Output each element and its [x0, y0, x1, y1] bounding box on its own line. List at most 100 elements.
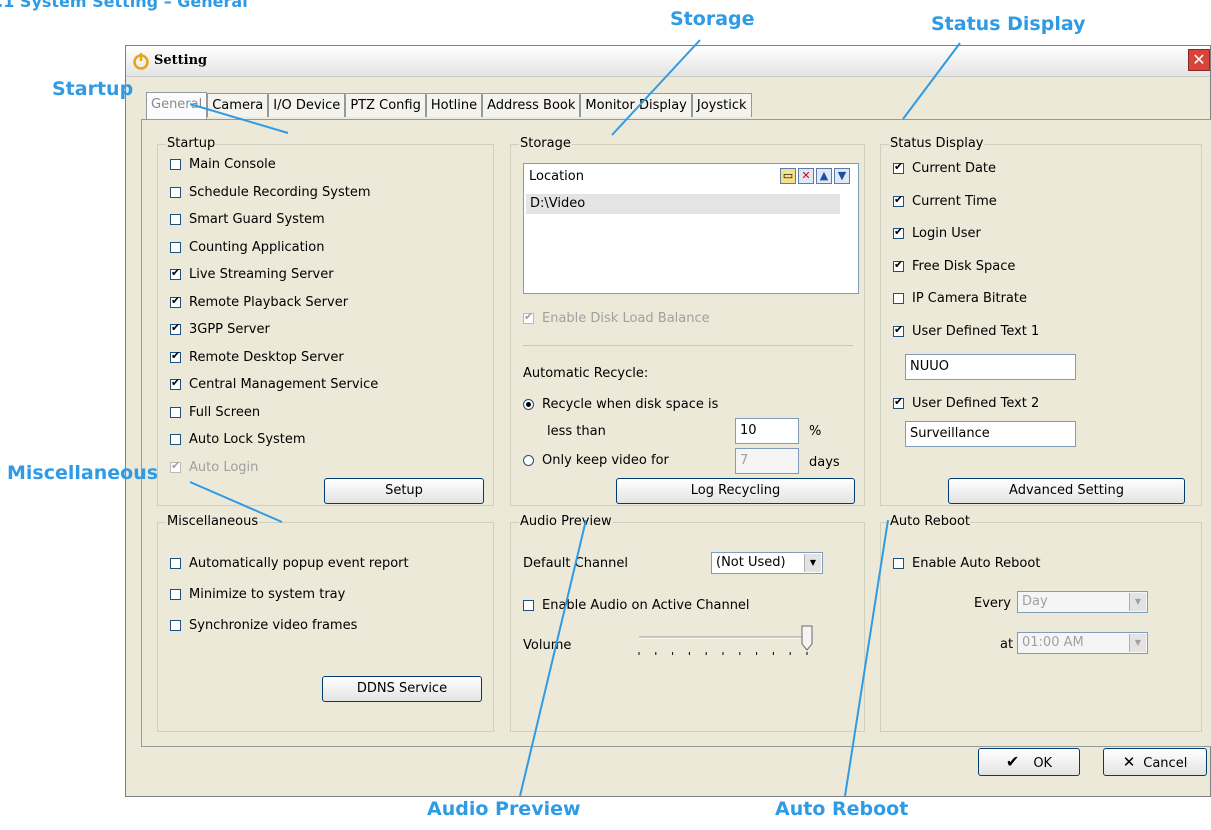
live-streaming-server-row[interactable]: Live Streaming Server [170, 266, 334, 282]
at-select[interactable]: 01:00 AM ▼ [1017, 632, 1148, 654]
ddns-service-button[interactable]: DDNS Service [322, 676, 482, 702]
login-user-row[interactable]: Login User [893, 225, 981, 241]
live-streaming-server-checkbox[interactable] [170, 266, 181, 280]
recycle-when-row[interactable]: Recycle when disk space is [523, 397, 718, 412]
tab-address-book[interactable]: Address Book [482, 93, 581, 117]
synchronize-video-frames-checkbox[interactable] [170, 620, 181, 631]
free-disk-space-checkbox[interactable] [893, 258, 904, 272]
log-recycling-button[interactable]: Log Recycling [616, 478, 855, 504]
keep-video-radio[interactable] [523, 455, 534, 466]
folder-icon[interactable]: ▭ [780, 168, 796, 184]
volume-thumb[interactable] [801, 625, 813, 651]
ok-label: OK [1033, 756, 1053, 771]
central-management-service-checkbox[interactable] [170, 376, 181, 390]
automatically-popup-event-report-checkbox[interactable] [170, 558, 181, 569]
callout-startup: Startup [52, 78, 134, 100]
recycle-when-radio[interactable] [523, 399, 534, 410]
counting-application-checkbox[interactable] [170, 241, 181, 253]
3gpp-server-row[interactable]: 3GPP Server [170, 321, 270, 337]
current-date-checkbox[interactable] [893, 160, 904, 174]
storage-divider [523, 345, 853, 346]
smart-guard-system-row[interactable]: Smart Guard System [170, 212, 325, 227]
current-time-label: Current Time [912, 193, 997, 209]
schedule-recording-system-row[interactable]: Schedule Recording System [170, 185, 371, 200]
location-list[interactable]: Location ▭ ✕ ▲ ▼ D:\Video [523, 163, 859, 294]
tab-monitor-display[interactable]: Monitor Display [580, 93, 692, 117]
current-date-row[interactable]: Current Date [893, 160, 997, 176]
every-select[interactable]: Day ▼ [1017, 591, 1148, 613]
automatically-popup-event-report-row[interactable]: Automatically popup event report [170, 556, 409, 571]
central-management-service-label: Central Management Service [189, 377, 379, 392]
arrow-up-icon[interactable]: ▲ [816, 168, 832, 184]
remote-desktop-server-row[interactable]: Remote Desktop Server [170, 349, 344, 365]
current-time-checkbox[interactable] [893, 193, 904, 207]
chevron-down-icon[interactable]: ▼ [804, 554, 821, 572]
synchronize-video-frames-row[interactable]: Synchronize video frames [170, 618, 357, 633]
login-user-checkbox[interactable] [893, 225, 904, 239]
tab-ptz-config[interactable]: PTZ Config [345, 93, 426, 117]
free-disk-space-row[interactable]: Free Disk Space [893, 258, 1015, 274]
chevron-down-icon[interactable]: ▼ [1129, 634, 1146, 652]
chevron-down-icon[interactable]: ▼ [1129, 593, 1146, 611]
auto-login-row[interactable]: Auto Login [170, 459, 258, 475]
tab-joystick[interactable]: Joystick [691, 93, 752, 117]
user-text-2-checkbox[interactable] [893, 395, 904, 409]
volume-slider[interactable] [635, 625, 815, 665]
smart-guard-system-checkbox[interactable] [170, 214, 181, 225]
setup-button[interactable]: Setup [324, 478, 484, 504]
tab-bar: General Camera I/O Device PTZ Config Hot… [146, 92, 752, 119]
current-date-label: Current Date [912, 161, 997, 176]
ip-camera-bitrate-checkbox[interactable] [893, 293, 904, 304]
advanced-setting-button[interactable]: Advanced Setting [948, 478, 1185, 504]
audio-preview-group-label: Audio Preview [519, 514, 613, 529]
ip-camera-bitrate-row[interactable]: IP Camera Bitrate [893, 291, 1027, 306]
miscellaneous-group: Miscellaneous Automatically popup event … [157, 514, 494, 732]
enable-reboot-row[interactable]: Enable Auto Reboot [893, 556, 1040, 571]
remote-desktop-server-checkbox[interactable] [170, 349, 181, 363]
auto-login-checkbox[interactable] [170, 459, 181, 473]
tab-camera[interactable]: Camera [207, 93, 269, 117]
arrow-down-icon[interactable]: ▼ [834, 168, 850, 184]
tab-general[interactable]: General [146, 92, 208, 119]
minimize-to-system-tray-row[interactable]: Minimize to system tray [170, 587, 345, 602]
document-heading: 5.1 System Setting – General [0, 0, 248, 11]
full-screen-row[interactable]: Full Screen [170, 405, 260, 420]
full-screen-checkbox[interactable] [170, 406, 181, 418]
cancel-button[interactable]: ✕ Cancel [1103, 748, 1207, 776]
central-management-service-row[interactable]: Central Management Service [170, 376, 379, 392]
user-text-2-row[interactable]: User Defined Text 2 [893, 395, 1039, 411]
ip-camera-bitrate-label: IP Camera Bitrate [912, 291, 1027, 306]
close-button[interactable]: ✕ [1188, 49, 1210, 71]
tab-io-device[interactable]: I/O Device [268, 93, 346, 117]
ok-button[interactable]: ✔ OK [978, 748, 1080, 776]
enable-active-checkbox[interactable] [523, 600, 534, 611]
user-defined-text-1-checkbox[interactable] [893, 323, 904, 337]
user-defined-text-1-row[interactable]: User Defined Text 1 [893, 323, 1039, 339]
enable-reboot-checkbox[interactable] [893, 558, 904, 569]
current-time-row[interactable]: Current Time [893, 193, 997, 209]
percent-input[interactable]: 10 [735, 418, 799, 444]
remote-playback-server-row[interactable]: Remote Playback Server [170, 294, 348, 310]
minimize-to-system-tray-checkbox[interactable] [170, 589, 181, 600]
enable-active-row[interactable]: Enable Audio on Active Channel [523, 598, 750, 613]
location-row[interactable]: D:\Video [526, 194, 840, 214]
synchronize-video-frames-label: Synchronize video frames [189, 618, 358, 633]
auto-lock-system-row[interactable]: Auto Lock System [170, 432, 306, 447]
tab-hotline[interactable]: Hotline [425, 93, 483, 117]
auto-lock-system-checkbox[interactable] [170, 434, 181, 445]
remote-playback-server-checkbox[interactable] [170, 294, 181, 308]
delete-icon[interactable]: ✕ [798, 168, 814, 184]
main-console-row[interactable]: Main Console [170, 157, 276, 172]
user-text-2-input[interactable]: Surveillance [905, 421, 1076, 447]
user-text-1-input[interactable]: NUUO [905, 354, 1076, 380]
disk-balance-row[interactable]: Enable Disk Load Balance [523, 310, 710, 326]
3gpp-server-checkbox[interactable] [170, 321, 181, 335]
main-console-checkbox[interactable] [170, 159, 181, 170]
default-channel-select[interactable]: (Not Used) ▼ [711, 552, 823, 574]
days-input[interactable]: 7 [735, 448, 799, 474]
storage-group-label: Storage [519, 136, 572, 151]
disk-balance-checkbox[interactable] [523, 310, 534, 324]
keep-video-row[interactable]: Only keep video for [523, 453, 669, 468]
counting-application-row[interactable]: Counting Application [170, 240, 324, 255]
schedule-recording-system-checkbox[interactable] [170, 186, 181, 198]
